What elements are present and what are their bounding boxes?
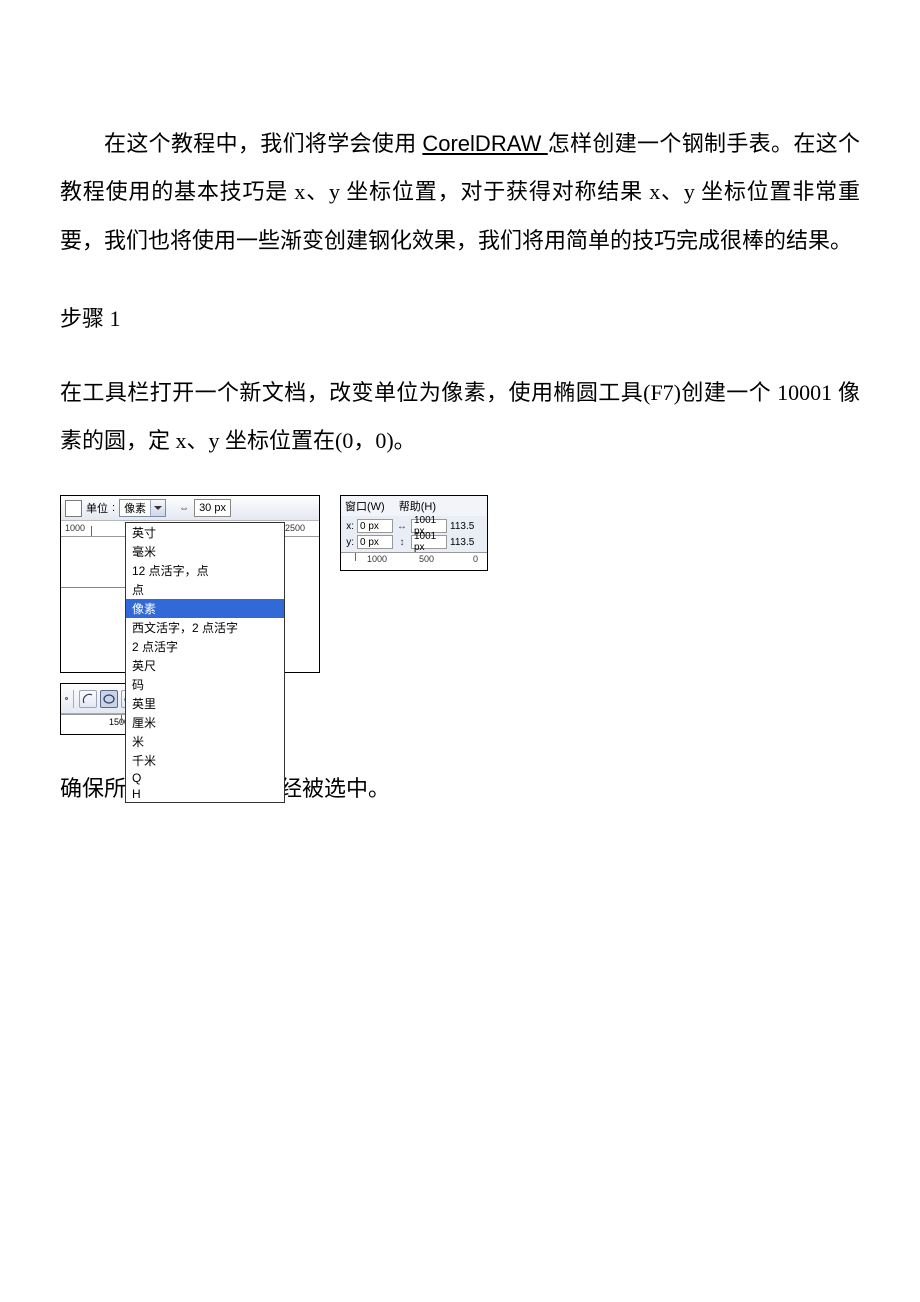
screenshot-unit-dropdown: 单位: 像素 ⇔ 30 px 1000 2500 [60, 495, 320, 673]
dd-item[interactable]: 千米 [126, 751, 284, 770]
unit-dropdown-list[interactable]: 英寸 毫米 12 点活字，点 点 像素 西文活字，2 点活字 2 点活字 英尺 … [125, 522, 285, 803]
y-value: 0 px [360, 537, 379, 548]
menu-help[interactable]: 帮助(H) [399, 498, 436, 514]
step-1-body: 在工具栏打开一个新文档，改变单位为像素，使用椭圆工具(F7)创建一个 10001… [60, 369, 860, 466]
dd-item[interactable]: Q [126, 770, 284, 786]
divider [73, 690, 74, 708]
offset-icon: ⇔ [178, 502, 190, 514]
pct-2: 113.5 [450, 537, 474, 548]
r2-500: 500 [419, 554, 434, 564]
figures-block: 单位: 像素 ⇔ 30 px 1000 2500 [60, 495, 860, 735]
dd-item[interactable]: 码 [126, 675, 284, 694]
dd-item[interactable]: 2 点活字 [126, 637, 284, 656]
offset-value: 30 px [199, 502, 226, 514]
dd-item-selected[interactable]: 像素 [126, 599, 284, 618]
y-field[interactable]: 0 px [357, 535, 393, 549]
width-arrows-icon: ↔ [396, 520, 408, 532]
dd-item[interactable]: 米 [126, 732, 284, 751]
coreldraw-link: CorelDRAW [422, 131, 547, 156]
screenshot-coords-bar: 窗口(W) 帮助(H) x: 0 px ↔ 1001 px 113.5 y: 0… [340, 495, 488, 571]
r2-1000: 1000 [367, 554, 387, 564]
y-label: y: [344, 537, 354, 548]
dd-item[interactable]: 点 [126, 580, 284, 599]
h-field[interactable]: 1001 px [411, 535, 447, 549]
dd-item[interactable]: 12 点活字，点 [126, 561, 284, 580]
intro-text-1: 在这个教程中，我们将学会使用 [104, 131, 422, 156]
dot-icon [65, 697, 68, 700]
menu-fragment: 窗口(W) 帮助(H) [341, 496, 487, 516]
ruler-1000: 1000 [65, 523, 85, 533]
combo-arrow-icon[interactable] [150, 500, 165, 516]
ellipse-button[interactable] [100, 690, 118, 708]
dd-item[interactable]: 英寸 [126, 523, 284, 542]
step-1-title: 步骤 1 [60, 295, 860, 343]
unit-label: 单位 [86, 500, 108, 516]
height-arrows-icon: ↕ [396, 536, 408, 548]
dd-item[interactable]: 厘米 [126, 713, 284, 732]
ruler-2500: 2500 [285, 523, 305, 533]
unit-combo-value: 像素 [120, 500, 150, 516]
pct-1: 113.5 [450, 521, 474, 532]
dd-item[interactable]: 英尺 [126, 656, 284, 675]
page-icon [65, 500, 82, 517]
x-field[interactable]: 0 px [357, 519, 393, 533]
offset-field[interactable]: 30 px [194, 499, 231, 517]
x-label: x: [344, 521, 354, 532]
dd-item[interactable]: H [126, 786, 284, 802]
intro-paragraph: 在这个教程中，我们将学会使用 CorelDRAW 怎样创建一个钢制手表。在这个教… [60, 120, 860, 265]
x-value: 0 px [360, 521, 379, 532]
dd-item[interactable]: 西文活字，2 点活字 [126, 618, 284, 637]
menu-window[interactable]: 窗口(W) [345, 498, 385, 514]
dd-item[interactable]: 毫米 [126, 542, 284, 561]
r2-0: 0 [473, 554, 478, 564]
arc-left-button[interactable] [79, 690, 97, 708]
ruler-bottom-2: 1000 500 0 [341, 552, 487, 570]
unit-combobox[interactable]: 像素 [119, 499, 166, 517]
h-value: 1001 px [414, 531, 444, 553]
dd-item[interactable]: 英里 [126, 694, 284, 713]
